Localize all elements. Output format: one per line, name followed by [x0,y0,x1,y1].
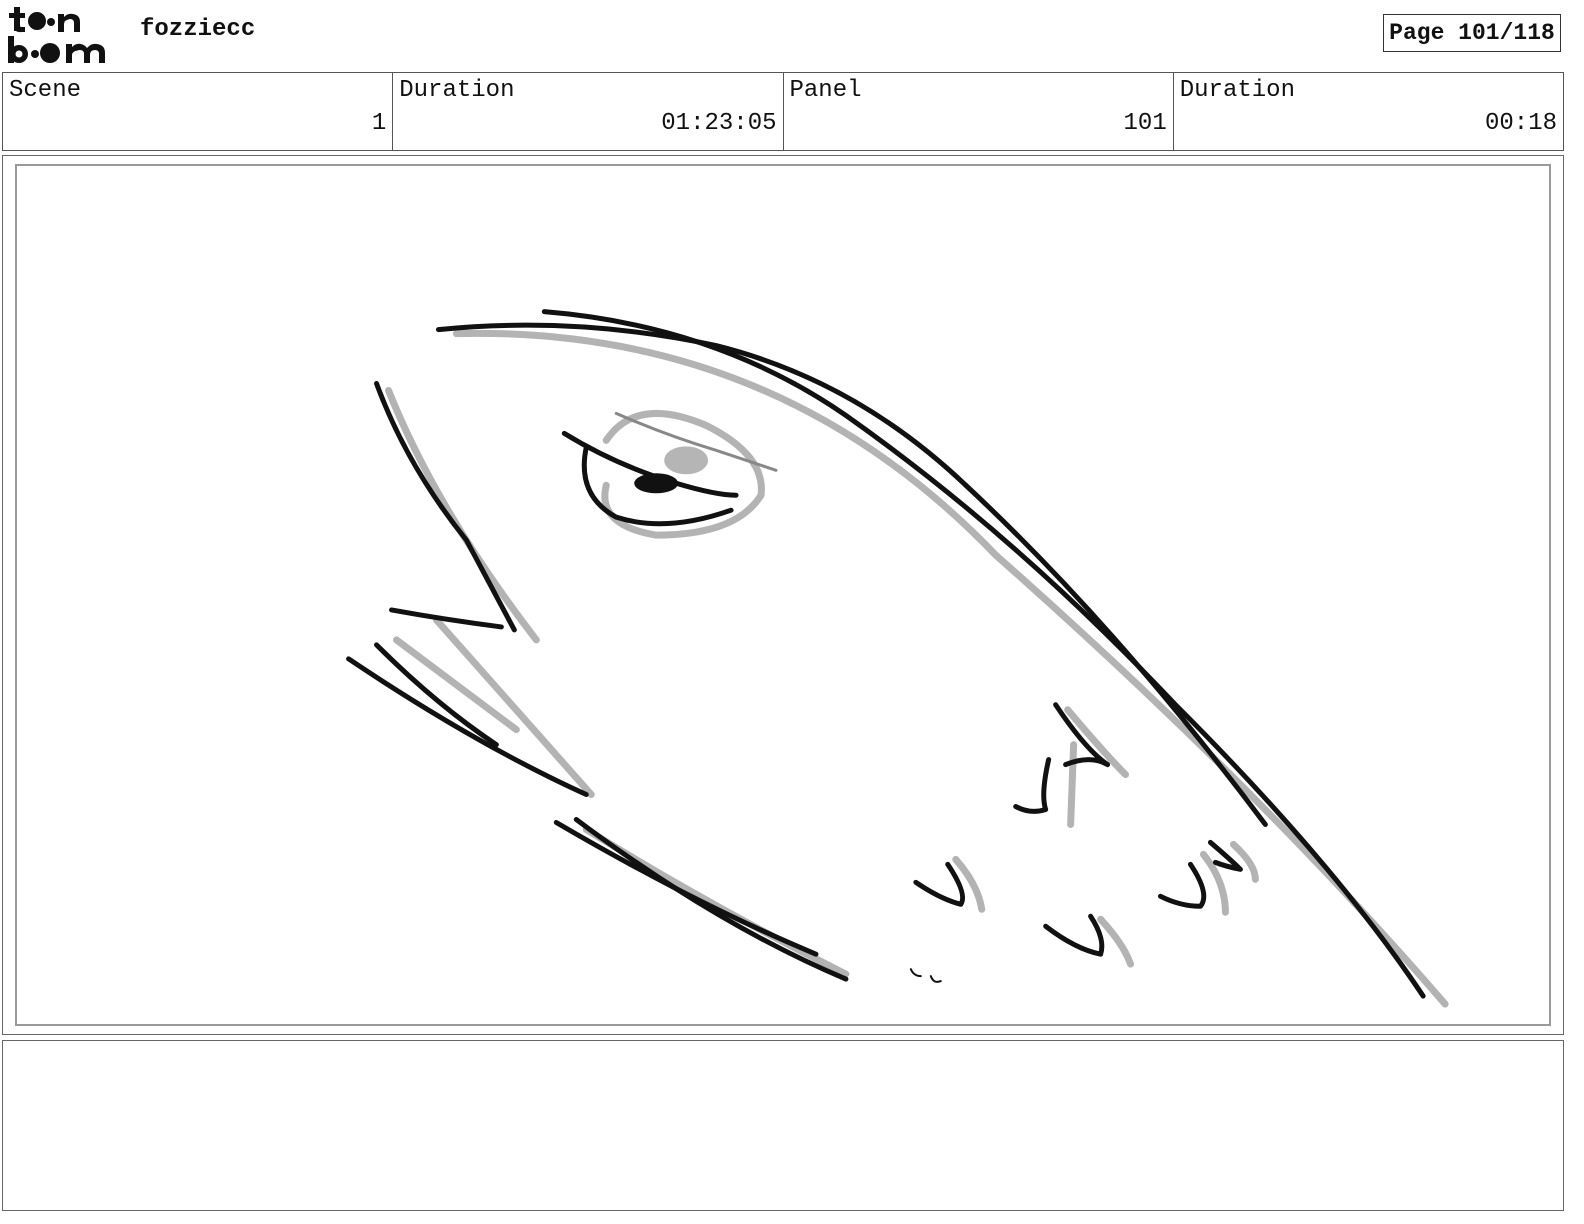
scene-cell: Scene 1 [3,73,394,150]
scene-duration-cell: Duration 01:23:05 [393,73,784,150]
panel-duration-value: 00:18 [1484,110,1557,137]
scene-duration-label: Duration [399,77,515,104]
scene-value: 1 [371,110,387,137]
panel-image-area [15,164,1551,1026]
page-indicator: Page 101/118 [1383,14,1561,52]
panel-notes-box [2,1040,1564,1211]
panel-duration-cell: Duration 00:18 [1174,73,1563,150]
panel-duration-label: Duration [1179,77,1295,104]
panel-value: 101 [1123,110,1167,137]
scene-duration-value: 01:23:05 [661,110,777,137]
toon-boom-logo [6,4,118,66]
storyboard-panel [2,155,1564,1035]
panel-label: Panel [789,77,862,104]
logo-mark [8,7,105,63]
panel-info-bar: Scene 1 Duration 01:23:05 Panel 101 Dura… [2,72,1564,151]
panel-cell: Panel 101 [784,73,1174,150]
project-title: fozziecc [140,16,256,43]
sketch-drawing [346,309,1449,1008]
scene-label: Scene [9,77,82,104]
